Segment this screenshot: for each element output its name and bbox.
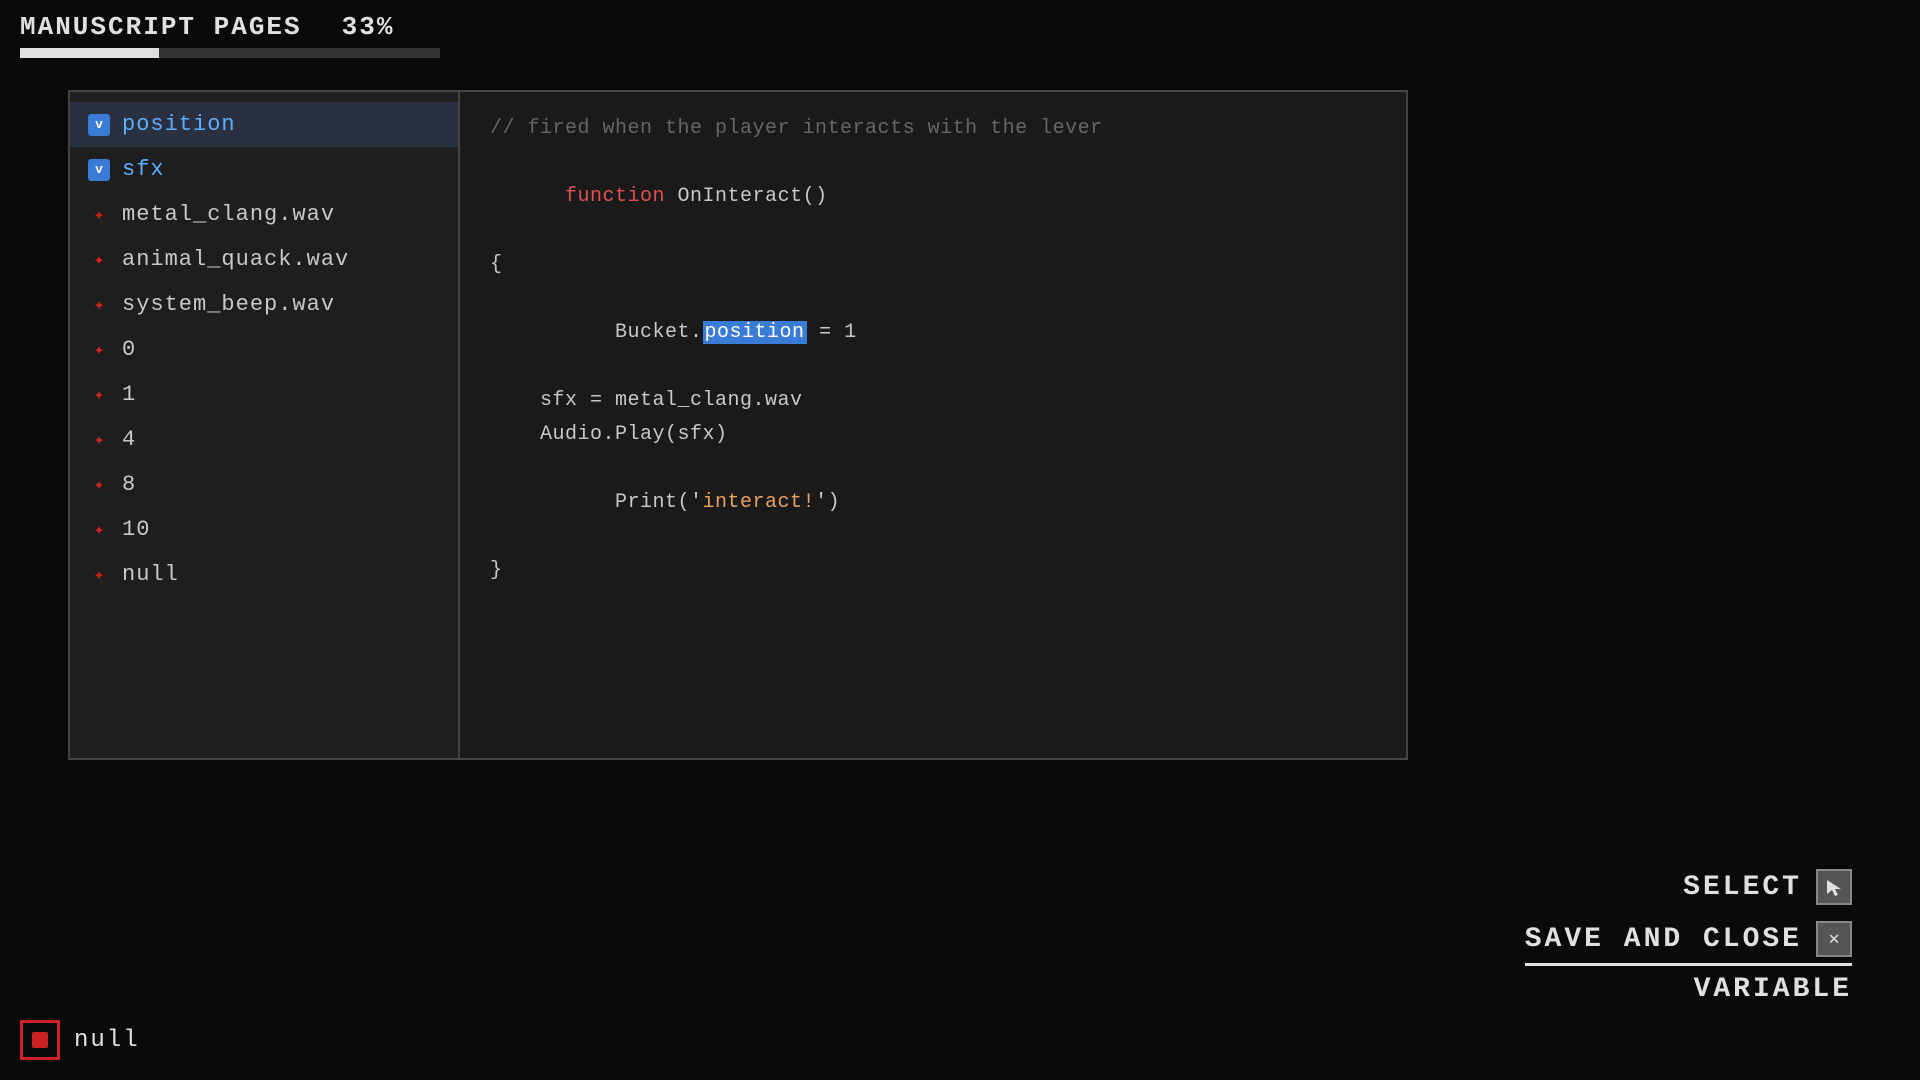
save-close-label: SAVE AND CLOSE bbox=[1525, 924, 1802, 955]
code-line-audio: Audio.Play(sfx) bbox=[490, 418, 1376, 452]
sidebar-item-position[interactable]: position bbox=[70, 102, 458, 147]
code-line-close-brace: } bbox=[490, 554, 1376, 588]
select-icon bbox=[1816, 869, 1852, 905]
sidebar-label-metal-clang: metal_clang.wav bbox=[122, 202, 335, 227]
sidebar-item-sfx[interactable]: sfx bbox=[70, 147, 458, 192]
value-icon bbox=[88, 564, 110, 586]
value-icon bbox=[88, 519, 110, 541]
sidebar: position sfx metal_clang.wav animal_quac… bbox=[70, 92, 460, 758]
code-line-comment: // fired when the player interacts with … bbox=[490, 112, 1376, 146]
save-close-button[interactable]: SAVE AND CLOSE ✕ bbox=[1525, 917, 1852, 961]
sidebar-item-animal-quack[interactable]: animal_quack.wav bbox=[70, 237, 458, 282]
value-icon bbox=[88, 339, 110, 361]
sidebar-label-four: 4 bbox=[122, 427, 136, 452]
sidebar-label-animal-quack: animal_quack.wav bbox=[122, 247, 349, 272]
code-print-string: interact! bbox=[703, 491, 816, 514]
code-position-highlight: position bbox=[703, 321, 807, 344]
code-line-bucket: Bucket.position = 1 bbox=[490, 282, 1376, 384]
value-icon bbox=[88, 384, 110, 406]
save-close-icon: ✕ bbox=[1816, 921, 1852, 957]
code-function-name: OnInteract() bbox=[678, 185, 828, 208]
select-label: SELECT bbox=[1683, 872, 1802, 903]
value-icon bbox=[88, 204, 110, 226]
code-line-sfx: sfx = metal_clang.wav bbox=[490, 384, 1376, 418]
sidebar-item-ten[interactable]: 10 bbox=[70, 507, 458, 552]
sidebar-label-zero: 0 bbox=[122, 337, 136, 362]
status-value: null bbox=[74, 1027, 140, 1054]
code-keyword-function: function bbox=[565, 185, 678, 208]
manuscript-title: Manuscript Pages bbox=[20, 12, 302, 42]
progress-bar bbox=[20, 48, 440, 58]
code-bucket-post: = 1 bbox=[807, 321, 857, 344]
sidebar-label-eight: 8 bbox=[122, 472, 136, 497]
sidebar-item-system-beep[interactable]: system_beep.wav bbox=[70, 282, 458, 327]
sidebar-label-sfx: sfx bbox=[122, 157, 165, 182]
value-icon bbox=[88, 429, 110, 451]
code-line-open-brace: { bbox=[490, 248, 1376, 282]
code-print-post: ') bbox=[815, 491, 840, 514]
sidebar-label-one: 1 bbox=[122, 382, 136, 407]
status-bar: null bbox=[20, 1020, 140, 1060]
variable-icon bbox=[88, 159, 110, 181]
sidebar-item-one[interactable]: 1 bbox=[70, 372, 458, 417]
variable-icon bbox=[88, 114, 110, 136]
sidebar-item-eight[interactable]: 8 bbox=[70, 462, 458, 507]
status-icon-inner bbox=[32, 1032, 48, 1048]
bottom-buttons: SELECT SAVE AND CLOSE ✕ VARIABLE bbox=[1525, 865, 1852, 1005]
select-button[interactable]: SELECT bbox=[1683, 865, 1852, 909]
code-editor: // fired when the player interacts with … bbox=[460, 92, 1406, 758]
progress-bar-fill bbox=[20, 48, 159, 58]
sidebar-item-null[interactable]: null bbox=[70, 552, 458, 597]
value-icon bbox=[88, 474, 110, 496]
code-bucket-pre: Bucket. bbox=[565, 321, 703, 344]
sidebar-label-null: null bbox=[122, 562, 179, 587]
progress-percent: 33% bbox=[342, 12, 395, 42]
sidebar-item-four[interactable]: 4 bbox=[70, 417, 458, 462]
sidebar-label-ten: 10 bbox=[122, 517, 150, 542]
status-icon bbox=[20, 1020, 60, 1060]
code-line-print: Print('interact!') bbox=[490, 452, 1376, 554]
variable-label: VARIABLE bbox=[1694, 974, 1852, 1005]
sidebar-item-zero[interactable]: 0 bbox=[70, 327, 458, 372]
top-bar: Manuscript Pages 33% bbox=[0, 0, 1920, 66]
sidebar-label-position: position bbox=[122, 112, 236, 137]
sidebar-label-system-beep: system_beep.wav bbox=[122, 292, 335, 317]
code-print-pre: Print(' bbox=[565, 491, 703, 514]
value-icon bbox=[88, 294, 110, 316]
code-line-function: function OnInteract() bbox=[490, 146, 1376, 248]
main-panel: position sfx metal_clang.wav animal_quac… bbox=[68, 90, 1408, 760]
sidebar-item-metal-clang[interactable]: metal_clang.wav bbox=[70, 192, 458, 237]
save-close-underline bbox=[1525, 963, 1852, 966]
value-icon bbox=[88, 249, 110, 271]
